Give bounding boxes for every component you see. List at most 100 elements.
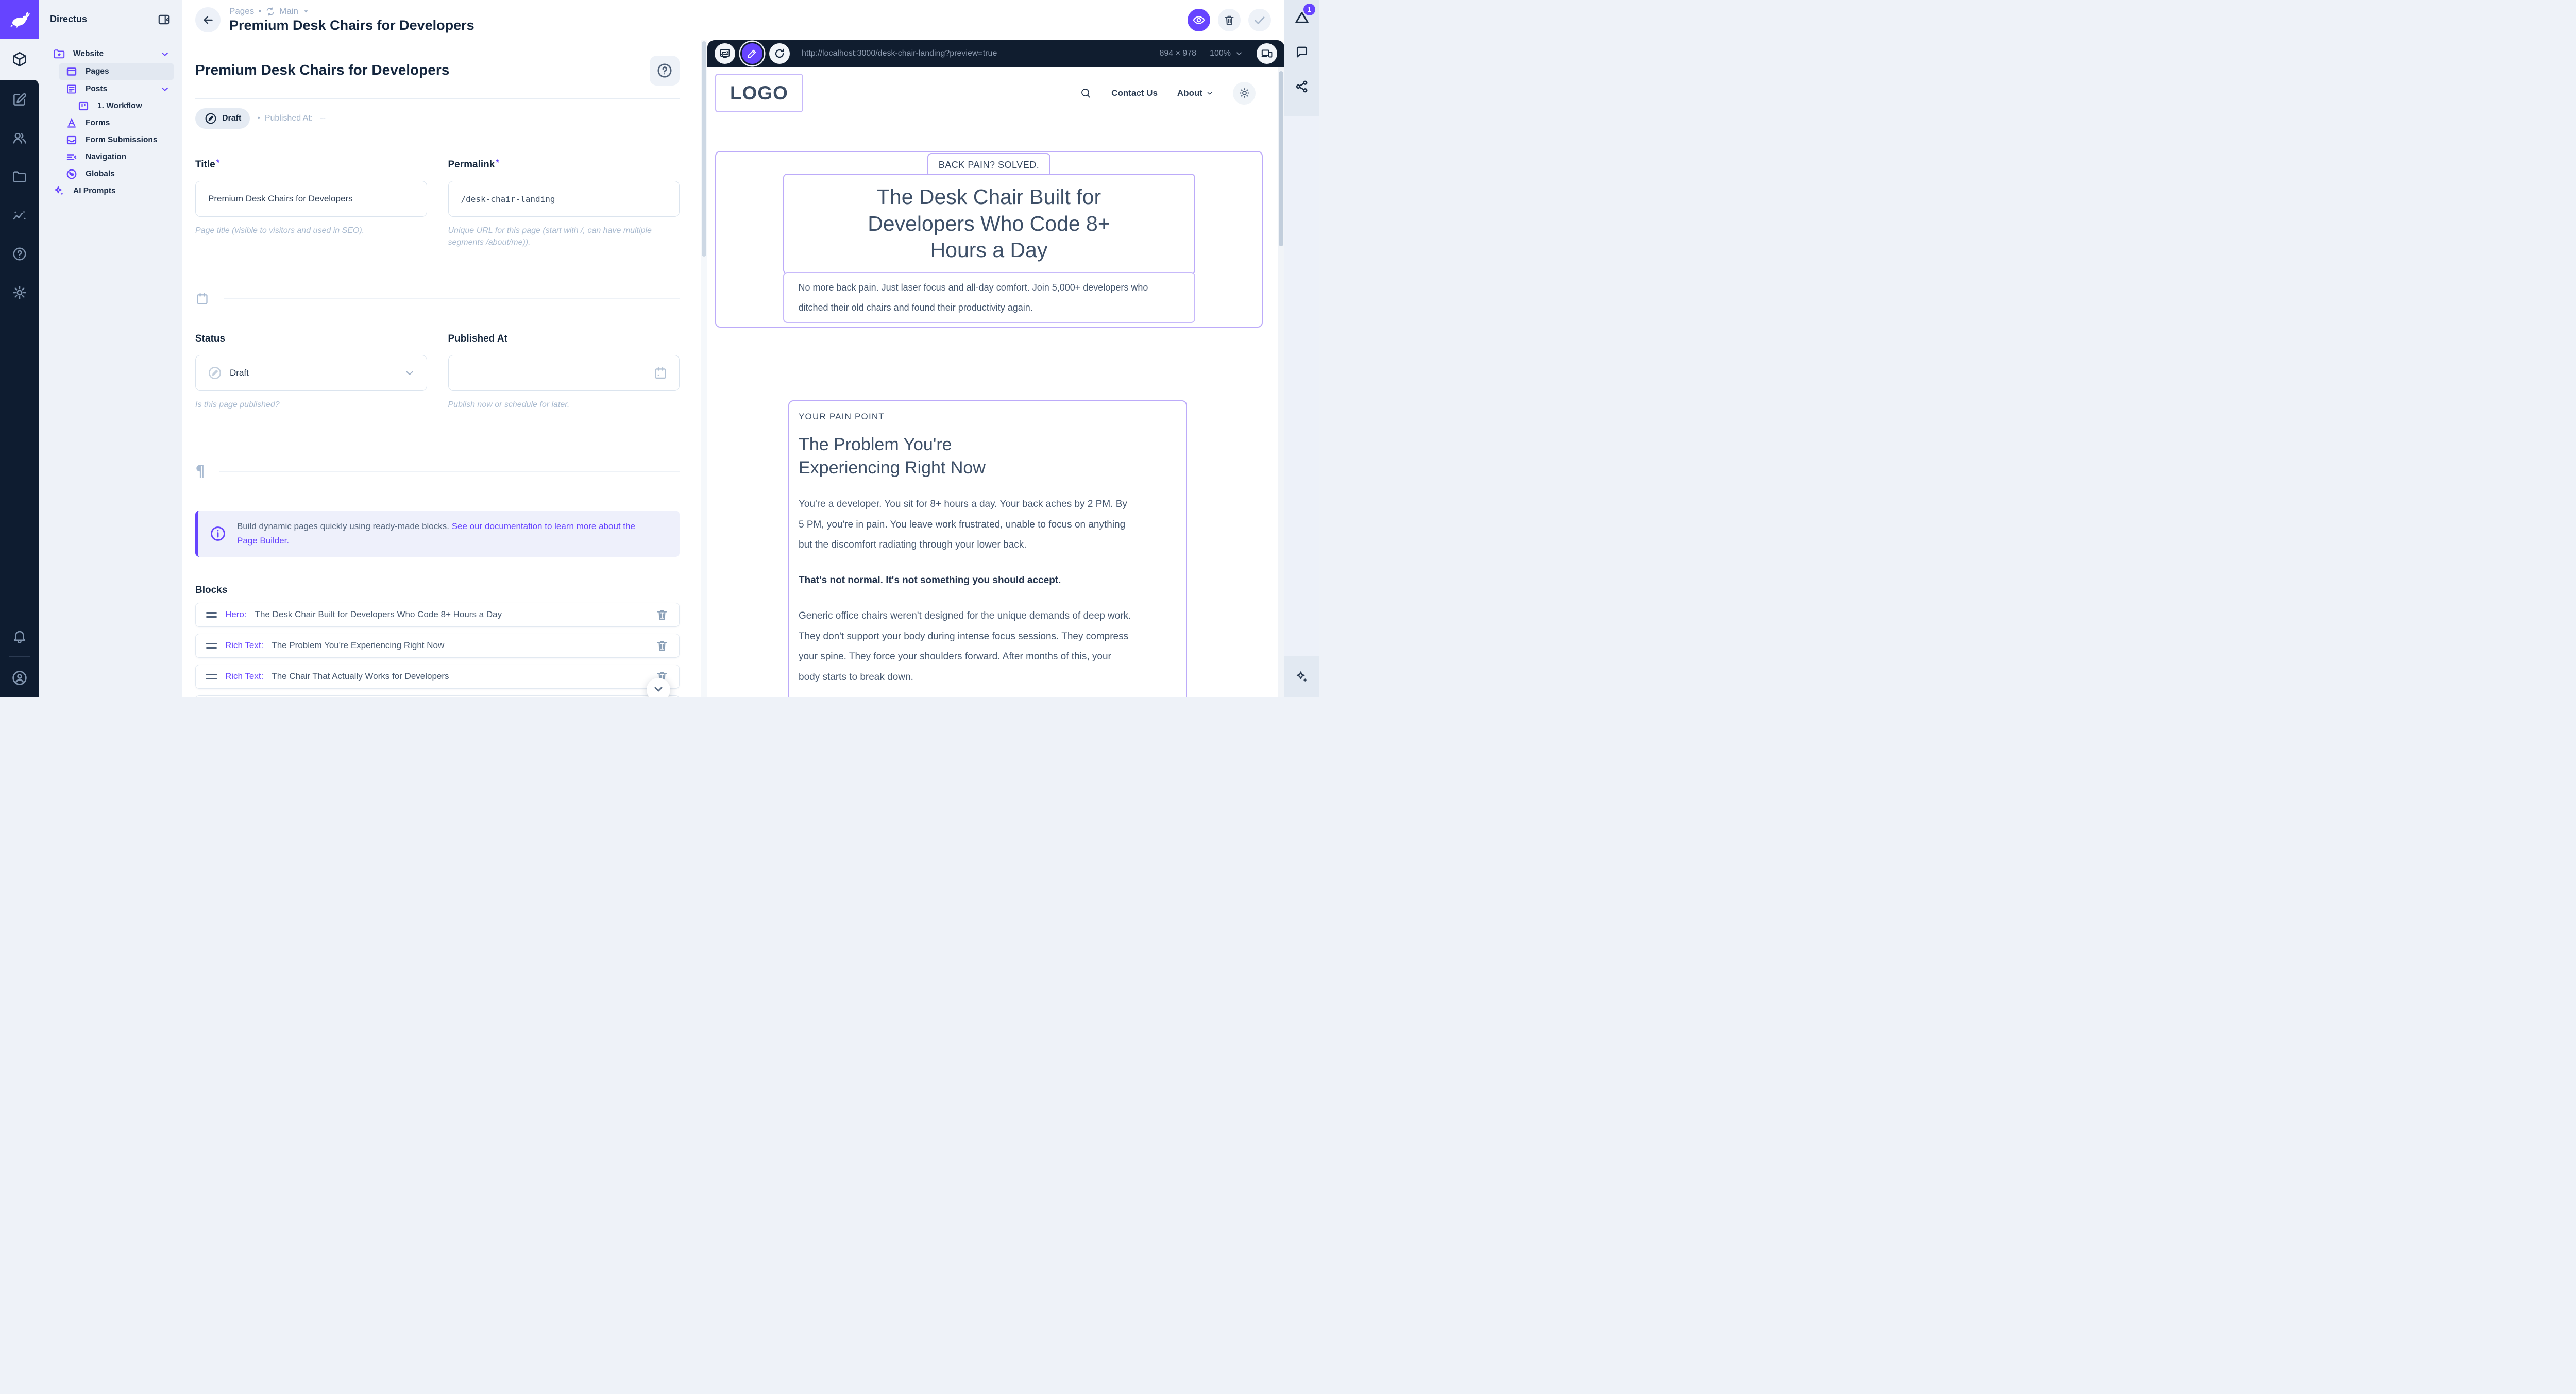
share-nodes-icon bbox=[1295, 79, 1309, 94]
refresh-button[interactable] bbox=[769, 43, 790, 64]
block-row[interactable]: Rich Text: The Problem You're Experienci… bbox=[195, 634, 680, 658]
delete-block-button[interactable] bbox=[655, 639, 669, 652]
published-at-static-value: -- bbox=[320, 114, 326, 123]
directus-logo[interactable] bbox=[0, 0, 39, 39]
edit-mode-button[interactable] bbox=[742, 43, 762, 64]
richtext-block-editable[interactable]: YOUR PAIN POINT The Problem You're Exper… bbox=[788, 400, 1187, 697]
insights-chart-icon bbox=[12, 208, 27, 223]
divider bbox=[195, 98, 680, 99]
sidebar-item-ai-prompts[interactable]: AI Prompts bbox=[46, 183, 174, 199]
zoom-select[interactable]: 100% bbox=[1210, 49, 1243, 58]
chevron-down-icon[interactable] bbox=[160, 84, 170, 94]
collapse-sidebar-icon[interactable] bbox=[157, 13, 171, 26]
site-link-contact[interactable]: Contact Us bbox=[1111, 88, 1158, 98]
back-button[interactable] bbox=[195, 7, 221, 32]
module-insights[interactable] bbox=[0, 196, 39, 234]
module-help[interactable] bbox=[0, 234, 39, 273]
comments-button[interactable] bbox=[1292, 42, 1312, 62]
delete-block-button[interactable] bbox=[655, 608, 669, 621]
notification-count-badge: 1 bbox=[1303, 4, 1315, 15]
form-scrollbar-thumb[interactable] bbox=[702, 41, 706, 257]
preview-toolbar: http://localhost:3000/desk-chair-landing… bbox=[707, 40, 1284, 67]
help-question-icon bbox=[12, 246, 27, 262]
hero-subtext-editable[interactable]: No more back pain. Just laser focus and … bbox=[783, 272, 1195, 323]
sidebar-item-navigation[interactable]: Navigation bbox=[59, 149, 174, 165]
hero-block-editable[interactable]: BACK PAIN? SOLVED. The Desk Chair Built … bbox=[715, 151, 1263, 328]
section-eyebrow: YOUR PAIN POINT bbox=[799, 412, 1177, 422]
delete-button[interactable] bbox=[1218, 9, 1241, 31]
calendar-icon bbox=[195, 292, 209, 305]
field-title: Title* Page title (visible to visitors a… bbox=[195, 158, 427, 248]
module-notifications[interactable] bbox=[0, 617, 39, 655]
activity-button[interactable]: 1 bbox=[1292, 7, 1312, 28]
calendar-icon[interactable] bbox=[653, 366, 668, 380]
sidebar-item-pages[interactable]: Pages bbox=[59, 63, 174, 80]
sidebar-item-workflow[interactable]: 1. Workflow bbox=[71, 98, 174, 114]
preview-scrollbar[interactable] bbox=[1278, 67, 1284, 697]
preview-url[interactable]: http://localhost:3000/desk-chair-landing… bbox=[802, 49, 997, 58]
sidebar-item-website[interactable]: Website bbox=[46, 46, 174, 62]
block-row[interactable]: Rich Text: What Developers Say bbox=[195, 695, 680, 697]
avatar-icon bbox=[11, 670, 28, 686]
sidebar-item-form-submissions[interactable]: Form Submissions bbox=[59, 132, 174, 148]
preview-button[interactable] bbox=[1188, 9, 1210, 31]
drag-handle-icon[interactable] bbox=[206, 643, 217, 649]
settings-gear-icon bbox=[12, 285, 27, 300]
permalink-note: Unique URL for this page (start with /, … bbox=[448, 225, 680, 248]
permalink-input[interactable] bbox=[448, 181, 680, 217]
site-logo-editable[interactable]: LOGO bbox=[715, 74, 803, 112]
save-button[interactable] bbox=[1248, 9, 1271, 31]
published-at-input[interactable] bbox=[448, 355, 680, 391]
title-input[interactable] bbox=[195, 181, 427, 217]
module-files[interactable] bbox=[0, 157, 39, 196]
help-button[interactable] bbox=[650, 56, 680, 86]
letter-a-icon bbox=[65, 117, 78, 129]
site-nav: Contact Us About bbox=[1080, 82, 1256, 105]
chevron-down-icon[interactable] bbox=[160, 49, 170, 59]
sidebar-item-forms[interactable]: Forms bbox=[59, 115, 174, 131]
drag-handle-icon[interactable] bbox=[206, 674, 217, 679]
display-settings-button[interactable] bbox=[715, 43, 735, 64]
user-avatar[interactable] bbox=[0, 658, 39, 697]
theme-toggle-button[interactable] bbox=[1233, 82, 1256, 105]
trash-icon bbox=[1223, 14, 1235, 26]
module-settings[interactable] bbox=[0, 273, 39, 312]
module-users[interactable] bbox=[0, 118, 39, 157]
section-paragraph-1: You're a developer. You sit for 8+ hours… bbox=[799, 494, 1133, 555]
module-editor[interactable] bbox=[0, 80, 39, 118]
status-select[interactable]: Draft bbox=[195, 355, 427, 391]
nav-list: Website Pages Posts bbox=[39, 39, 182, 200]
ai-assistant-button[interactable] bbox=[1292, 667, 1312, 687]
browser-window-icon bbox=[65, 65, 78, 78]
search-icon[interactable] bbox=[1080, 87, 1092, 99]
version-dropdown-icon[interactable] bbox=[302, 8, 310, 15]
site-link-about[interactable]: About bbox=[1177, 88, 1213, 98]
sidebar-item-label: Globals bbox=[86, 169, 115, 179]
share-button[interactable] bbox=[1292, 76, 1312, 97]
content-row: Premium Desk Chairs for Developers bbox=[182, 40, 1284, 697]
right-sidebar-spacer bbox=[1284, 116, 1319, 656]
breadcrumb-version[interactable]: Main bbox=[279, 6, 298, 16]
preview-scrollbar-thumb[interactable] bbox=[1279, 71, 1283, 246]
title-label: Title* bbox=[195, 158, 427, 171]
block-row[interactable]: Hero: The Desk Chair Built for Developer… bbox=[195, 603, 680, 627]
breadcrumb: Pages • Main Premium Desk Chairs for Dev… bbox=[229, 6, 474, 33]
breadcrumb-collection[interactable]: Pages bbox=[229, 6, 254, 16]
responsive-devices-button[interactable] bbox=[1257, 43, 1277, 64]
breadcrumb-separator: • bbox=[258, 6, 261, 16]
info-banner: Build dynamic pages quickly using ready-… bbox=[195, 511, 680, 557]
chevron-down-icon bbox=[1235, 49, 1243, 58]
item-edit-form: Premium Desk Chairs for Developers bbox=[182, 40, 707, 697]
question-circle-icon bbox=[656, 62, 673, 79]
drag-handle-icon[interactable] bbox=[206, 612, 217, 618]
sidebar-sections: 1 bbox=[1284, 0, 1319, 116]
form-scrollbar[interactable] bbox=[701, 40, 707, 697]
sidebar-item-globals[interactable]: Globals bbox=[59, 166, 174, 182]
sidebar-item-posts[interactable]: Posts bbox=[59, 81, 174, 97]
sidebar-item-label: Posts bbox=[86, 84, 107, 94]
field-permalink: Permalink* Unique URL for this page (sta… bbox=[448, 158, 680, 248]
hero-heading-editable[interactable]: The Desk Chair Built for Developers Who … bbox=[783, 174, 1195, 274]
module-content[interactable] bbox=[0, 39, 39, 80]
center-area: Pages • Main Premium Desk Chairs for Dev… bbox=[182, 0, 1284, 697]
block-row[interactable]: Rich Text: The Chair That Actually Works… bbox=[195, 665, 680, 689]
